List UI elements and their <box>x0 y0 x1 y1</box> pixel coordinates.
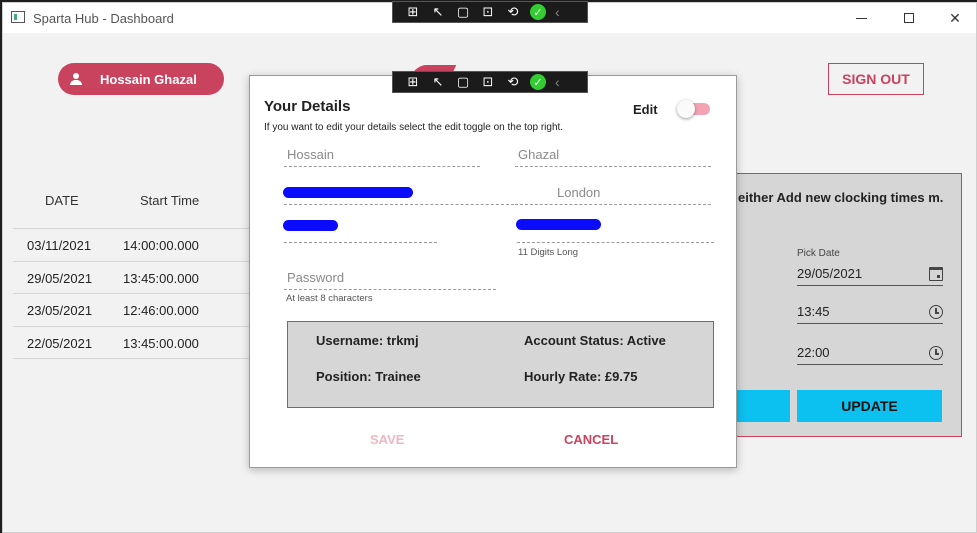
minimize-icon <box>855 17 867 19</box>
date-picker-label: Pick Date <box>797 248 840 259</box>
close-button[interactable]: ✕ <box>940 7 970 29</box>
address-field[interactable] <box>283 220 437 243</box>
username-info: Username: trkmj <box>316 333 419 348</box>
date-picker-value: 29/05/2021 <box>797 266 863 281</box>
maximize-icon <box>904 13 914 23</box>
your-details-dialog: Your Details If you want to edit your de… <box>249 75 737 468</box>
live-visual-tree-icon[interactable]: ⊞ <box>405 4 421 20</box>
hot-reload-icon[interactable]: ⟲ <box>505 74 521 90</box>
city-placeholder: London <box>557 185 601 200</box>
collapse-icon[interactable]: ‹ <box>555 4 560 20</box>
email-field[interactable] <box>283 183 514 205</box>
clock-icon[interactable] <box>929 346 943 360</box>
table-row[interactable]: 22/05/2021 13:45:00.000 <box>13 326 253 359</box>
user-profile-button[interactable]: Hossain Ghazal <box>58 63 224 95</box>
password-placeholder: Password <box>287 270 345 285</box>
clock-icon[interactable] <box>929 305 943 319</box>
account-status-info: Account Status: Active <box>524 333 666 348</box>
close-icon: ✕ <box>949 9 961 26</box>
edit-label: Edit <box>633 102 658 117</box>
debug-toolbar: ⊞ ↖ ▢ ⊡ ⟲ ✓ ‹ <box>392 1 588 23</box>
save-button[interactable]: SAVE <box>370 432 404 447</box>
select-element-icon[interactable]: ↖ <box>430 74 446 90</box>
redaction <box>283 187 413 198</box>
toggle-knob <box>677 100 695 118</box>
start-time-picker[interactable]: 13:45 <box>797 300 943 324</box>
calendar-icon[interactable] <box>929 267 943 281</box>
debug-toolbar: ⊞ ↖ ▢ ⊡ ⟲ ✓ ‹ <box>392 71 588 93</box>
row-date: 29/05/2021 <box>27 271 93 286</box>
start-time-value: 13:45 <box>797 304 830 319</box>
account-info-box: Username: trkmj Account Status: Active P… <box>287 321 714 408</box>
maximize-button[interactable] <box>894 7 924 29</box>
column-header-date: DATE <box>45 193 79 208</box>
clocking-panel: either Add new clocking times m. Pick Da… <box>733 173 962 437</box>
dialog-title: Your Details <box>264 98 351 115</box>
table-row[interactable]: 23/05/2021 12:46:00.000 <box>13 293 253 326</box>
end-time-picker[interactable]: 22:00 <box>797 341 943 365</box>
table-row[interactable]: 29/05/2021 13:45:00.000 <box>13 261 253 294</box>
edit-toggle[interactable] <box>677 100 710 118</box>
person-icon <box>70 73 82 85</box>
dialog-subtitle: If you want to edit your details select … <box>264 122 564 133</box>
position-info: Position: Trainee <box>316 369 421 384</box>
update-button[interactable]: UPDATE <box>797 390 942 422</box>
track-focus-icon[interactable]: ⊡ <box>480 74 496 90</box>
first-name-field[interactable]: Hossain <box>284 145 480 167</box>
hourly-rate-info: Hourly Rate: £9.75 <box>524 369 638 384</box>
password-field[interactable]: Password <box>284 268 496 290</box>
display-layout-adorners-icon[interactable]: ▢ <box>455 4 471 20</box>
row-start-time: 13:45:00.000 <box>123 271 199 286</box>
password-hint: At least 8 characters <box>286 293 373 304</box>
redaction <box>516 219 601 230</box>
phone-hint: 11 Digits Long <box>518 247 579 258</box>
last-name-placeholder: Ghazal <box>518 147 560 162</box>
app-icon <box>11 11 25 23</box>
display-layout-adorners-icon[interactable]: ▢ <box>455 74 471 90</box>
user-name: Hossain Ghazal <box>100 71 197 87</box>
cancel-button[interactable]: CANCEL <box>564 432 618 447</box>
date-picker[interactable]: Pick Date 29/05/2021 <box>797 248 943 286</box>
row-start-time: 14:00:00.000 <box>123 238 199 253</box>
table-row[interactable]: 03/11/2021 14:00:00.000 <box>13 228 253 261</box>
check-icon[interactable]: ✓ <box>530 74 546 90</box>
row-start-time: 13:45:00.000 <box>123 336 199 351</box>
row-date: 22/05/2021 <box>27 336 93 351</box>
end-time-value: 22:00 <box>797 345 830 360</box>
add-button[interactable] <box>734 390 790 422</box>
hot-reload-icon[interactable]: ⟲ <box>505 4 521 20</box>
redaction <box>283 220 338 231</box>
live-visual-tree-icon[interactable]: ⊞ <box>405 74 421 90</box>
city-field[interactable]: London <box>515 183 711 205</box>
minimize-button[interactable] <box>846 7 876 29</box>
row-start-time: 12:46:00.000 <box>123 303 199 318</box>
collapse-icon[interactable]: ‹ <box>555 74 560 90</box>
track-focus-icon[interactable]: ⊡ <box>480 4 496 20</box>
clocking-instructions: either Add new clocking times m. <box>738 190 944 205</box>
last-name-field[interactable]: Ghazal <box>515 145 711 167</box>
window-title: Sparta Hub - Dashboard <box>33 11 174 26</box>
sign-out-button[interactable]: SIGN OUT <box>828 63 924 95</box>
first-name-placeholder: Hossain <box>287 147 334 162</box>
select-element-icon[interactable]: ↖ <box>430 4 446 20</box>
row-date: 03/11/2021 <box>27 238 92 253</box>
check-icon[interactable]: ✓ <box>530 4 546 20</box>
phone-field[interactable] <box>516 219 714 243</box>
row-date: 23/05/2021 <box>27 303 93 318</box>
column-header-start-time: Start Time <box>140 193 200 208</box>
